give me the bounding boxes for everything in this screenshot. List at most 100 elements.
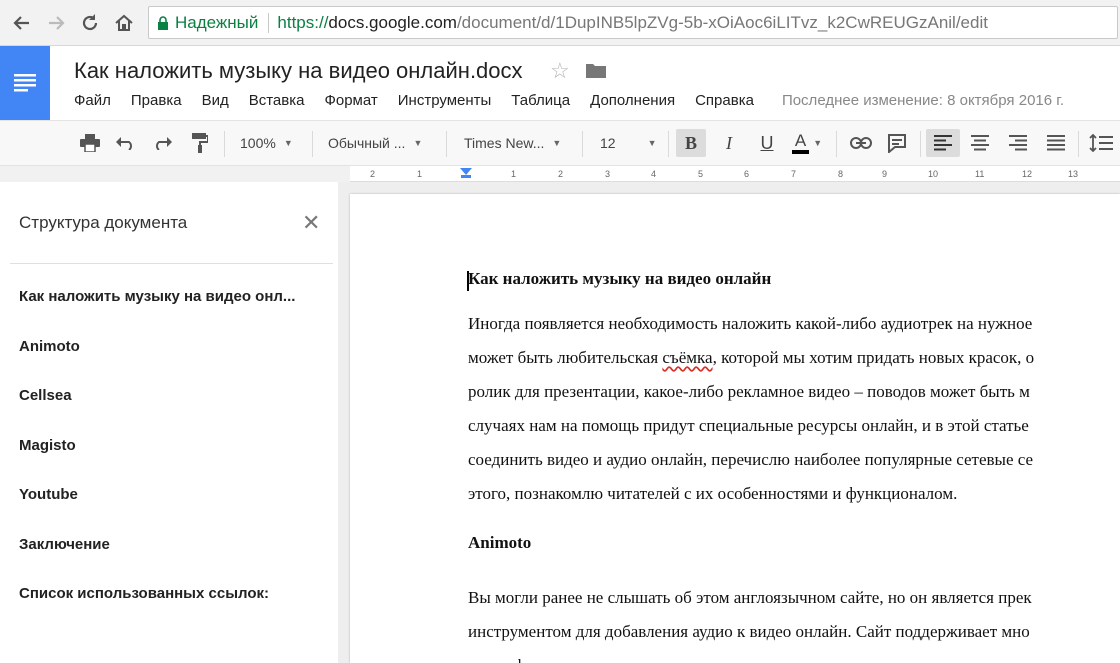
menu-edit[interactable]: Правка [131, 92, 182, 109]
align-right-icon [1009, 135, 1027, 151]
outline-item[interactable]: Список использованных ссылок: [19, 585, 295, 635]
menu-tools[interactable]: Инструменты [398, 92, 492, 109]
bold-button[interactable]: B [676, 129, 706, 157]
menu-format[interactable]: Формат [324, 92, 377, 109]
ruler-tick: 10 [928, 169, 939, 179]
zoom-select[interactable]: 100% ▼ [240, 129, 304, 157]
toolbar-divider [836, 131, 837, 157]
align-justify-icon [1047, 135, 1065, 151]
menu-help[interactable]: Справка [695, 92, 754, 109]
text-line: случаях нам на помощь придут специальные… [468, 416, 1029, 435]
close-outline-button[interactable]: ✕ [302, 212, 320, 234]
menu-insert[interactable]: Вставка [249, 92, 305, 109]
ruler-bar: 2 1 1 2 3 4 5 6 7 8 9 10 11 12 13 [0, 166, 1120, 182]
heading-title: Как наложить музыку на видео онлайн [468, 269, 772, 288]
home-button[interactable] [110, 9, 138, 37]
horizontal-ruler[interactable]: 2 1 1 2 3 4 5 6 7 8 9 10 11 12 13 [350, 166, 1120, 182]
insert-link-button[interactable] [846, 129, 876, 157]
folder-icon[interactable] [586, 62, 606, 83]
insert-comment-button[interactable] [882, 129, 912, 157]
outline-item[interactable]: Magisto [19, 437, 295, 487]
line-spacing-button[interactable] [1084, 129, 1118, 157]
document-title[interactable]: Как наложить музыку на видео онлайн.docx [74, 58, 523, 84]
outline-item[interactable]: Cellsea [19, 387, 295, 437]
url-path: /document/d/1DupINB5lpZVg-5b-xOiAoc6iLIT… [456, 12, 988, 32]
redo-button[interactable] [148, 129, 176, 157]
last-edit-link[interactable]: Последнее изменение: 8 октября 2016 г. [782, 92, 1064, 109]
font-size-select[interactable]: 12 ▼ [600, 129, 662, 157]
menu-addons[interactable]: Дополнения [590, 92, 675, 109]
paragraph-intro: Иногда появляется необходимость наложить… [468, 307, 1034, 511]
ruler-tick: 4 [651, 169, 657, 179]
paragraph-animoto: Вы могли ранее не слышать об этом англоя… [468, 581, 1032, 663]
undo-button[interactable] [112, 129, 140, 157]
secure-indicator[interactable]: Надежный [157, 13, 258, 33]
spelling-error-word[interactable]: съёмка [662, 348, 712, 367]
forward-button[interactable] [42, 9, 70, 37]
formatting-toolbar: 100% ▼ Обычный ... ▼ Times New... ▼ 12 ▼ B I… [0, 120, 1120, 166]
reload-button[interactable] [76, 9, 104, 37]
text-span: , которой мы хотим придать новых красок,… [712, 348, 1035, 367]
print-button[interactable] [76, 129, 104, 157]
ruler-tick: 7 [791, 169, 797, 179]
ruler-tick: 5 [698, 169, 704, 179]
paragraph-style-select[interactable]: Обычный ... ▼ [328, 129, 434, 157]
font-select[interactable]: Times New... ▼ [464, 129, 574, 157]
reload-icon [82, 14, 98, 31]
back-button[interactable] [8, 9, 36, 37]
text-color-value: A [791, 132, 810, 154]
outline-item[interactable]: Заключение [19, 536, 295, 586]
italic-button[interactable]: I [714, 129, 744, 157]
toolbar-divider [1078, 131, 1079, 157]
docs-header: Как наложить музыку на видео онлайн.docx… [0, 46, 1120, 120]
text-span: может быть любительская [468, 348, 663, 367]
outline-divider [10, 263, 333, 264]
menu-file[interactable]: Файл [74, 92, 111, 109]
url-scheme: https:// [277, 12, 329, 32]
align-right-button[interactable] [1002, 129, 1034, 157]
align-justify-button[interactable] [1040, 129, 1072, 157]
align-center-button[interactable] [964, 129, 996, 157]
chevron-down-icon: ▼ [647, 138, 657, 148]
ruler-tick: 13 [1068, 169, 1079, 179]
text-line: инструментом для добавления аудио к виде… [468, 622, 1030, 641]
star-icon[interactable]: ☆ [550, 58, 570, 84]
outline-item[interactable]: Как наложить музыку на видео онл... [19, 288, 295, 338]
align-left-icon [934, 135, 952, 151]
ruler-tick: 2 [370, 169, 376, 179]
paint-format-button[interactable] [186, 129, 214, 157]
outline-item[interactable]: Animoto [19, 338, 295, 388]
url-host: docs.google.com [328, 12, 457, 32]
ruler-tick: 11 [975, 169, 985, 179]
zoom-value: 100% [240, 135, 276, 151]
address-bar[interactable]: Надежный https://docs.google.com/documen… [148, 6, 1118, 39]
align-left-button[interactable] [926, 129, 960, 157]
indent-marker-icon[interactable] [460, 168, 472, 178]
toolbar-divider [312, 131, 313, 157]
undo-icon [116, 137, 132, 150]
font-size-value: 12 [600, 135, 616, 151]
ruler-tick: 1 [417, 169, 423, 179]
close-icon: ✕ [302, 210, 321, 235]
secure-label: Надежный [175, 12, 259, 32]
document-canvas: Как наложить музыку на видео онлайн Иног… [338, 182, 1120, 663]
underline-button[interactable]: U [752, 129, 782, 157]
text-line: этого, познакомлю читателей с их особенн… [468, 484, 958, 503]
document-page[interactable]: Как наложить музыку на видео онлайн Иног… [350, 194, 1120, 663]
chevron-down-icon: ▼ [813, 138, 823, 148]
text-line: Вы могли ранее не слышать об этом англоя… [468, 588, 1032, 607]
line-spacing-icon [1089, 134, 1113, 152]
outline-item[interactable]: Youtube [19, 486, 295, 536]
menu-view[interactable]: Вид [202, 92, 229, 109]
outline-title: Структура документа [19, 213, 188, 232]
print-icon [80, 134, 100, 152]
docs-home-logo[interactable] [0, 46, 50, 120]
toolbar-divider [224, 131, 225, 157]
menu-table[interactable]: Таблица [511, 92, 570, 109]
ruler-tick: 12 [1022, 169, 1033, 179]
ruler-tick: 1 [511, 169, 517, 179]
text-line: ролик для презентации, какое-либо реклам… [468, 382, 1030, 401]
forward-arrow-icon [49, 16, 65, 30]
text-line: соединить видео и аудио онлайн, перечисл… [468, 450, 1034, 469]
text-color-button[interactable]: A ▼ [786, 129, 828, 157]
